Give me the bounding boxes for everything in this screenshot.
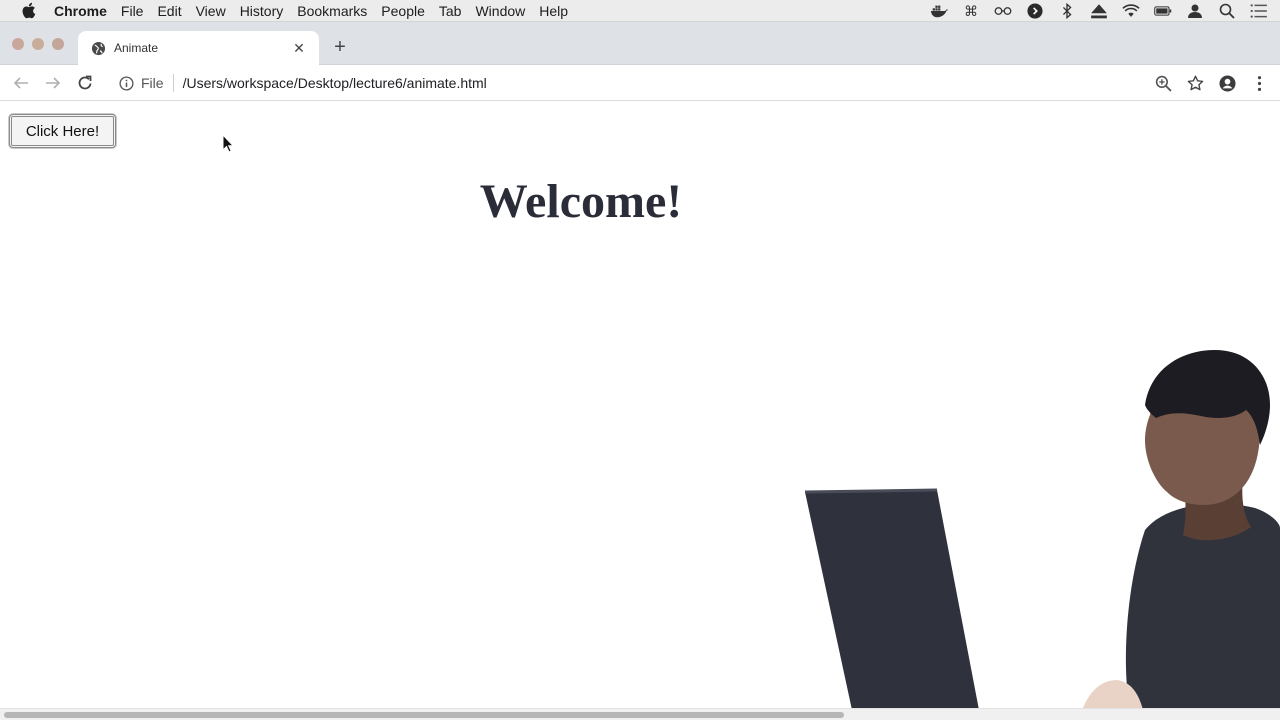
glasses-icon[interactable]	[992, 2, 1014, 20]
reload-icon[interactable]	[74, 72, 96, 94]
apple-icon[interactable]	[0, 0, 56, 22]
zoom-icon[interactable]	[1152, 72, 1174, 94]
menu-chrome[interactable]: Chrome	[54, 0, 121, 22]
close-window-button[interactable]	[12, 38, 24, 50]
minimize-window-button[interactable]	[32, 38, 44, 50]
bluetooth-icon[interactable]	[1056, 2, 1078, 20]
zoom-window-button[interactable]	[52, 38, 64, 50]
mouse-cursor-icon	[222, 134, 234, 153]
presenter-laptop-edge	[804, 488, 938, 494]
address-bar[interactable]: File /Users/workspace/Desktop/lecture6/a…	[108, 69, 1208, 97]
click-here-button[interactable]: Click Here!	[9, 114, 116, 148]
menu-tab[interactable]: Tab	[439, 0, 476, 22]
presenter-laptop	[805, 490, 979, 710]
presenter-video-overlay	[804, 350, 1280, 710]
window-controls	[12, 38, 64, 50]
menu-help[interactable]: Help	[539, 0, 582, 22]
battery-icon[interactable]	[1152, 2, 1174, 20]
forward-arrow-icon[interactable]	[42, 72, 64, 94]
menu-history[interactable]: History	[240, 0, 298, 22]
notification-center-icon[interactable]	[1248, 2, 1270, 20]
eject-icon[interactable]	[1088, 2, 1110, 20]
back-arrow-icon[interactable]	[10, 72, 32, 94]
url-scheme-label: File	[141, 75, 164, 91]
new-tab-button[interactable]: +	[329, 36, 351, 58]
info-icon[interactable]	[116, 73, 136, 93]
page-viewport: Click Here! Welcome!	[0, 102, 1280, 710]
url-text[interactable]: /Users/workspace/Desktop/lecture6/animat…	[183, 75, 487, 91]
bookmark-star-icon[interactable]	[1184, 72, 1206, 94]
play-circle-icon[interactable]	[1024, 2, 1046, 20]
search-icon[interactable]	[1216, 2, 1238, 20]
menu-window[interactable]: Window	[475, 0, 539, 22]
address-separator	[172, 74, 174, 92]
menu-people[interactable]: People	[381, 0, 439, 22]
browser-toolbar: File /Users/workspace/Desktop/lecture6/a…	[0, 65, 1280, 101]
horizontal-scrollbar[interactable]	[0, 708, 1280, 720]
macos-menu-bar: Chrome File Edit View History Bookmarks …	[0, 0, 1280, 22]
profile-icon[interactable]	[1216, 72, 1238, 94]
tab-strip: Animate ✕ +	[0, 22, 1280, 65]
welcome-heading: Welcome!	[479, 175, 683, 228]
docker-icon[interactable]	[928, 2, 950, 20]
menu-file[interactable]: File	[121, 0, 158, 22]
tab-animate[interactable]: Animate ✕	[78, 31, 319, 65]
menu-view[interactable]: View	[196, 0, 240, 22]
wifi-icon[interactable]	[1120, 2, 1142, 20]
menu-edit[interactable]: Edit	[157, 0, 195, 22]
menu-bookmarks[interactable]: Bookmarks	[297, 0, 381, 22]
globe-icon	[90, 40, 106, 56]
kebab-menu-icon[interactable]	[1248, 72, 1270, 94]
tab-title: Animate	[114, 41, 159, 55]
command-icon[interactable]: ⌘	[960, 2, 982, 20]
user-icon[interactable]	[1184, 2, 1206, 20]
tab-close-button[interactable]: ✕	[289, 38, 309, 58]
scrollbar-thumb[interactable]	[4, 712, 844, 718]
